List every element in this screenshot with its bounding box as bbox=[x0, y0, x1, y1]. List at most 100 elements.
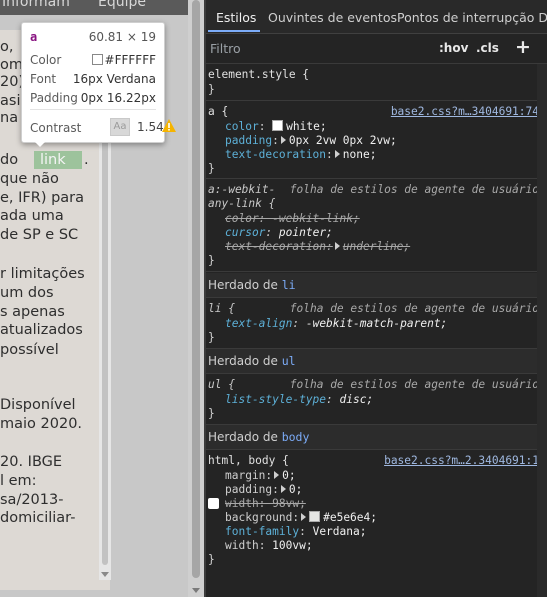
nav-item-equipe[interactable]: Equipe bbox=[98, 0, 146, 10]
viewport-scrollbar-thumb[interactable] bbox=[192, 0, 200, 578]
rule-close-brace: } bbox=[208, 407, 215, 420]
declaration-text-align: text-align: -webkit-match-parent; bbox=[225, 317, 448, 330]
devtools-tabbar: Estilos Ouvintes de eventos Pontos de in… bbox=[206, 0, 547, 34]
tab-event-listeners[interactable]: Ouvintes de eventos bbox=[268, 10, 397, 25]
tab-styles[interactable]: Estilos bbox=[216, 10, 256, 25]
declaration-color-overridden: color: -webkit-link; bbox=[225, 212, 360, 225]
page-text-line: na bbox=[0, 110, 19, 126]
inherited-from-ul-header: Herdado de ul bbox=[206, 349, 547, 374]
expand-triangle-icon[interactable] bbox=[334, 150, 340, 158]
declaration-width[interactable]: width: 100vw; bbox=[225, 539, 313, 553]
page-text-line: maio 2020. bbox=[0, 416, 83, 432]
tooltip-color-row: Color #FFFFFF bbox=[30, 53, 156, 69]
rule-html-body: html, body { base2.css?m…2.3404691:1 mar… bbox=[206, 450, 547, 575]
rule-a: a { base2.css?m…3404691:74 color: white;… bbox=[206, 101, 547, 179]
page-text-line: r limitações bbox=[0, 266, 85, 282]
color-swatch-icon bbox=[91, 54, 103, 65]
rule-source-link[interactable]: base2.css?m…3404691:74 bbox=[391, 105, 539, 118]
color-swatch-icon[interactable] bbox=[272, 120, 284, 131]
color-swatch-icon[interactable] bbox=[309, 511, 321, 522]
hover-state-button[interactable]: :hov bbox=[439, 41, 468, 55]
declaration-padding[interactable]: padding: 0px 2vw 0px 2vw; bbox=[225, 134, 397, 148]
expand-triangle-icon[interactable] bbox=[334, 242, 340, 250]
inherited-label: Herdado de bbox=[208, 430, 278, 444]
page-text-line: asi bbox=[0, 93, 21, 109]
filter-input[interactable] bbox=[210, 38, 425, 58]
new-rule-button[interactable]: + bbox=[515, 36, 531, 58]
inspect-tooltip: a 60.81 × 19 Color #FFFFFF Font 16px Ver… bbox=[21, 22, 176, 143]
user-agent-stylesheet-note: folha de estilos de agente de usuário bbox=[289, 183, 539, 196]
scroll-down-arrow-icon[interactable] bbox=[101, 572, 109, 577]
tab-dom-breakpoints[interactable]: Pontos de interrupção DOM bbox=[397, 10, 547, 25]
page-header: Informam Equipe bbox=[0, 0, 188, 15]
declaration-font-family[interactable]: font-family: Verdana; bbox=[225, 525, 366, 539]
rule-source-link[interactable]: base2.css?m…2.3404691:1 bbox=[384, 454, 539, 467]
rule-close-brace: } bbox=[208, 254, 215, 267]
link-text[interactable]: link bbox=[40, 152, 66, 168]
tooltip-padding-row: Padding 0px 16.22px bbox=[30, 91, 156, 107]
class-toggle-button[interactable]: .cls bbox=[476, 41, 499, 55]
styles-scrollbar[interactable] bbox=[537, 64, 547, 597]
tooltip-size: 60.81 × 19 bbox=[88, 30, 156, 44]
expand-triangle-icon[interactable] bbox=[301, 513, 307, 521]
expand-triangle-icon[interactable] bbox=[274, 471, 280, 479]
rule-close-brace: } bbox=[208, 553, 215, 566]
rule-selector[interactable]: a { bbox=[208, 105, 228, 119]
user-agent-stylesheet-note: folha de estilos de agente de usuário bbox=[289, 378, 539, 391]
rule-ua-any-link: a:-webkit- folha de estilos de agente de… bbox=[206, 179, 547, 272]
rule-selector: ul { bbox=[208, 378, 235, 391]
rule-selector: a:-webkit- bbox=[208, 183, 276, 196]
page-text-line: e, IFR) para bbox=[0, 190, 85, 206]
tooltip-font-label: Font bbox=[30, 72, 57, 86]
rule-selector[interactable]: html, body { bbox=[208, 454, 289, 468]
warning-icon bbox=[162, 119, 176, 132]
rule-selector[interactable]: element.style { bbox=[208, 68, 309, 82]
page-text-line: um dos bbox=[0, 285, 54, 301]
declaration-cursor: cursor: pointer; bbox=[225, 226, 333, 239]
tooltip-contrast-label: Contrast bbox=[30, 121, 82, 135]
nav-item-informam[interactable]: Informam bbox=[2, 0, 70, 10]
rule-close-brace: } bbox=[208, 331, 215, 344]
declaration-width-overridden[interactable]: width: 98vw; bbox=[225, 497, 306, 511]
declaration-padding[interactable]: padding: 0; bbox=[225, 483, 302, 497]
page-text-line: 20. IBGE bbox=[0, 454, 63, 470]
inherited-from-body-header: Herdado de body bbox=[206, 425, 547, 450]
property-toggle-checkbox[interactable] bbox=[208, 498, 219, 509]
inherited-tag-ul[interactable]: ul bbox=[282, 354, 296, 368]
tooltip-contrast-ratio: 1.54 bbox=[137, 120, 164, 134]
page-text-line: sa/2013- bbox=[0, 492, 64, 508]
page-text-line: ada uma bbox=[0, 208, 64, 224]
devtools-panel: Estilos Ouvintes de eventos Pontos de in… bbox=[206, 0, 547, 597]
declaration-text-decoration[interactable]: text-decoration: none; bbox=[225, 148, 376, 162]
declaration-color[interactable]: color: white; bbox=[225, 120, 327, 134]
scroll-down-arrow-icon[interactable] bbox=[192, 588, 200, 593]
tooltip-padding-label: Padding bbox=[30, 91, 78, 105]
rule-close-brace: } bbox=[208, 162, 215, 175]
page-text-line: om bbox=[0, 57, 23, 73]
page-text-line: que não bbox=[0, 171, 59, 187]
active-tab-indicator bbox=[208, 30, 260, 32]
inherited-label: Herdado de bbox=[208, 278, 278, 292]
inherited-tag-li[interactable]: li bbox=[282, 278, 296, 292]
inherited-tag-body[interactable]: body bbox=[282, 430, 310, 444]
expand-triangle-icon[interactable] bbox=[280, 485, 286, 493]
page-text-line: o, bbox=[0, 39, 14, 55]
inspected-page: Informam Equipe o, om 20) asi na do que não e, … bbox=[0, 0, 188, 597]
tooltip-font-value: 16px Verdana bbox=[72, 72, 156, 86]
declaration-background[interactable]: background: #e5e6e4; bbox=[225, 511, 377, 525]
tooltip-tag: a bbox=[30, 30, 38, 44]
tooltip-font-row: Font 16px Verdana bbox=[30, 72, 156, 88]
rule-ua-ul: ul { folha de estilos de agente de usuár… bbox=[206, 374, 547, 425]
rule-close-brace: } bbox=[208, 83, 215, 96]
tooltip-pointer bbox=[33, 140, 47, 147]
filter-bar: :hov .cls + bbox=[206, 34, 547, 64]
rule-element-style: element.style { } bbox=[206, 64, 547, 101]
expand-triangle-icon[interactable] bbox=[280, 136, 286, 144]
viewport-scrollbar[interactable] bbox=[188, 0, 204, 597]
declaration-list-style-type: list-style-type: disc; bbox=[225, 393, 374, 406]
declaration-margin[interactable]: margin: 0; bbox=[225, 469, 296, 483]
tooltip-color-label: Color bbox=[30, 53, 62, 67]
page-text-line: do bbox=[0, 152, 19, 168]
inherited-label: Herdado de bbox=[208, 354, 278, 368]
tooltip-padding-value: 0px 16.22px bbox=[80, 91, 156, 105]
